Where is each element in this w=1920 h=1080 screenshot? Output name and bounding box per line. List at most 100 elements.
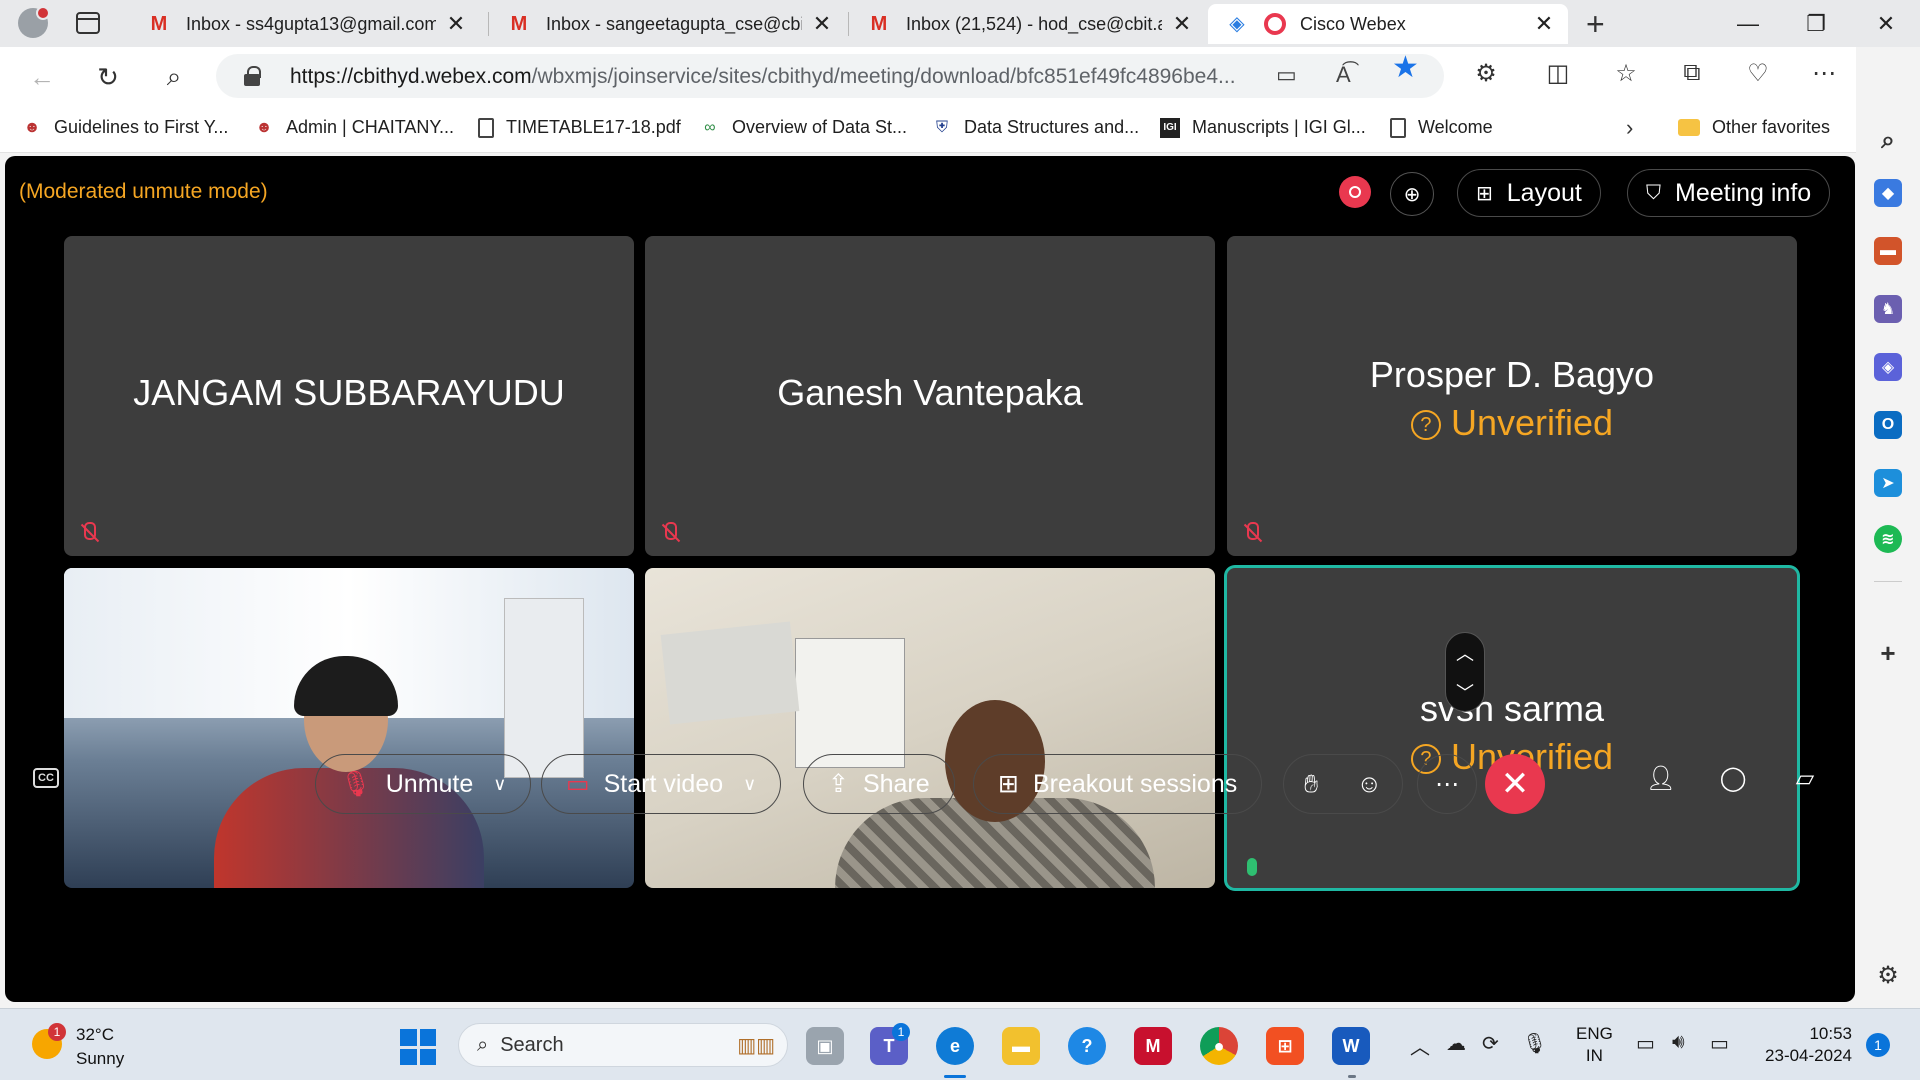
favorite-link[interactable]: ∞ Overview of Data St... (700, 117, 907, 138)
refresh-button[interactable]: ↻ (88, 57, 128, 97)
sync-icon[interactable]: ⟳ (1482, 1031, 1499, 1056)
url-text[interactable]: https://cbithyd.webex.com/wbxmjs/joinser… (290, 65, 1310, 89)
volume-icon[interactable]: 🔊︎ (1672, 1031, 1685, 1054)
network-icon[interactable]: ▭ (1636, 1031, 1655, 1056)
tab-title: Inbox (21,524) - hod_cse@cbit.ac (906, 13, 1162, 34)
more-options-button[interactable]: ⋯ (1417, 754, 1477, 814)
raise-hand-icon[interactable]: ✋︎ (1304, 770, 1318, 799)
read-aloud-icon[interactable]: A͡ (1336, 62, 1351, 88)
browser-tab-gmail-1[interactable]: M Inbox - ss4gupta13@gmail.com ✕ (130, 4, 480, 44)
close-window-button[interactable]: ✕ (1856, 4, 1916, 44)
more-options-icon[interactable]: ⋯ (1806, 59, 1842, 88)
participant-tile[interactable]: JANGAM SUBBARAYUDU (64, 236, 634, 556)
favorite-link[interactable]: TIMETABLE17-18.pdf (478, 117, 681, 138)
shopping-tag-icon[interactable]: ◆ (1874, 179, 1902, 207)
start-button[interactable] (400, 1029, 436, 1065)
collections-icon[interactable]: ⧉ (1674, 59, 1710, 87)
favorite-link[interactable]: ☻ Admin | CHAITANY... (254, 117, 454, 138)
settings-gear-icon[interactable]: ⚙ (1874, 961, 1902, 989)
weather-temperature[interactable]: 32°C (76, 1025, 114, 1045)
mcafee-icon[interactable]: M (1134, 1027, 1172, 1065)
reaction-smiley-icon[interactable]: ☺ (1356, 770, 1382, 799)
chevron-down-icon[interactable]: ∨ (743, 774, 756, 795)
leave-meeting-button[interactable]: ✕ (1485, 754, 1545, 814)
close-icon[interactable]: ✕ (1172, 11, 1192, 37)
profile-avatar-icon[interactable] (18, 6, 50, 38)
send-icon[interactable]: ➤ (1874, 469, 1902, 497)
outlook-icon[interactable]: O (1874, 411, 1902, 439)
edge-browser-icon[interactable]: e (936, 1027, 974, 1065)
chrome-icon[interactable]: ● (1200, 1027, 1238, 1065)
browser-tab-gmail-3[interactable]: M Inbox (21,524) - hod_cse@cbit.ac ✕ (850, 4, 1206, 44)
other-favorites[interactable]: Other favorites (1678, 117, 1830, 138)
unverified-badge: ? Unverified (1227, 402, 1797, 444)
onedrive-cloud-icon[interactable]: ☁ (1446, 1031, 1466, 1056)
battery-icon[interactable]: ▭ (1710, 1031, 1729, 1056)
chat-icon[interactable]: ◯ (1715, 764, 1751, 793)
microsoft365-icon[interactable]: ◈ (1874, 353, 1902, 381)
zoom-in-icon[interactable]: ⊕ (1390, 172, 1434, 216)
participant-video-tile[interactable] (645, 568, 1215, 888)
video-camera-icon[interactable]: ▭ (1276, 62, 1297, 88)
participant-video-tile[interactable] (64, 568, 634, 888)
unmute-button[interactable]: 🎙︎ Unmute ∨ (315, 754, 532, 814)
favorites-icon[interactable]: ☆ (1608, 59, 1644, 88)
toolbox-icon[interactable]: ▬ (1874, 237, 1902, 265)
close-icon[interactable]: ✕ (812, 11, 832, 37)
share-button[interactable]: ⇪ Share (803, 754, 955, 814)
tab-actions-icon[interactable] (76, 12, 100, 34)
microsoft-store-icon[interactable]: ⊞ (1266, 1027, 1304, 1065)
system-clock[interactable]: 10:53 23-04-2024 (1756, 1023, 1852, 1067)
layout-button[interactable]: ⊞ Layout (1457, 169, 1601, 217)
address-bar[interactable]: https://cbithyd.webex.com/wbxmjs/joinser… (216, 54, 1444, 98)
lock-icon[interactable] (244, 66, 261, 86)
new-tab-button[interactable]: + (1586, 6, 1605, 43)
close-icon[interactable]: ✕ (446, 11, 466, 37)
task-view-icon[interactable]: ▣ (806, 1027, 844, 1065)
minimize-button[interactable]: — (1718, 4, 1778, 44)
start-video-button[interactable]: ▭ Start video ∨ (541, 754, 782, 814)
chevron-up-icon[interactable]: ︿ (1456, 640, 1474, 666)
search-icon[interactable]: ⌕ (154, 57, 194, 97)
microphone-icon[interactable]: 🎙︎ (1522, 1031, 1547, 1056)
extensions-icon[interactable]: ⚙ (1468, 59, 1504, 88)
spotify-icon[interactable]: ≋ (1874, 525, 1902, 553)
split-screen-icon[interactable]: ◫ (1540, 59, 1576, 88)
browser-tab-webex[interactable]: ◈ Cisco Webex ✕ (1208, 4, 1568, 44)
weather-description[interactable]: Sunny (76, 1049, 124, 1069)
closed-captions-icon[interactable]: CC (33, 768, 59, 788)
grid-pager[interactable]: ︿ ﹀ (1445, 632, 1485, 712)
favorite-link[interactable]: Welcome (1390, 117, 1493, 138)
notification-badge[interactable]: 1 (1866, 1033, 1890, 1057)
favorite-link[interactable]: ☻ Guidelines to First Y... (22, 117, 229, 138)
chevron-down-icon[interactable]: ∨ (493, 774, 506, 795)
close-icon[interactable]: ✕ (1534, 11, 1554, 37)
language-indicator[interactable]: ENG IN (1576, 1023, 1613, 1067)
meeting-info-button[interactable]: ⛉ Meeting info (1627, 169, 1831, 217)
chevron-down-icon[interactable]: ﹀ (1456, 679, 1474, 705)
restore-button[interactable]: ❐ (1786, 4, 1846, 44)
participant-tile[interactable]: Ganesh Vantepaka (645, 236, 1215, 556)
chevron-right-icon[interactable]: › (1626, 115, 1633, 141)
file-explorer-icon[interactable]: ▬ (1002, 1027, 1040, 1065)
browser-tab-gmail-2[interactable]: M Inbox - sangeetagupta_cse@cbit ✕ (490, 4, 846, 44)
breakout-sessions-button[interactable]: ⊞ Breakout sessions (973, 754, 1263, 814)
back-button[interactable]: ← (22, 57, 62, 97)
chevron-up-icon[interactable]: ︿ (1410, 1031, 1430, 1060)
participant-tile[interactable]: Prosper D. Bagyo ? Unverified (1227, 236, 1797, 556)
tab-title: Inbox - sangeetagupta_cse@cbit (546, 13, 802, 34)
taskbar-search[interactable]: ⌕ Search ▥▥ (458, 1023, 788, 1067)
favorite-link[interactable]: ⛨ Data Structures and... (932, 117, 1139, 138)
games-icon[interactable]: ♞ (1874, 295, 1902, 323)
favorite-star-icon[interactable]: ★ (1392, 50, 1419, 85)
favorite-link[interactable]: IGI Manuscripts | IGI Gl... (1160, 117, 1366, 138)
files-folder-icon[interactable]: ▱ (1787, 764, 1823, 793)
add-icon[interactable]: + (1874, 638, 1902, 668)
browser-essentials-icon[interactable]: ♡ (1740, 59, 1776, 88)
help-icon[interactable]: ? (1068, 1027, 1106, 1065)
participant-tile-active-speaker[interactable]: svsn sarma ? Unverified (1227, 568, 1797, 888)
participants-icon[interactable]: 👤︎ (1643, 764, 1679, 793)
recording-indicator-icon[interactable] (1339, 176, 1371, 208)
word-icon[interactable]: W (1332, 1027, 1370, 1065)
search-icon[interactable]: ⌕ (1874, 127, 1902, 155)
